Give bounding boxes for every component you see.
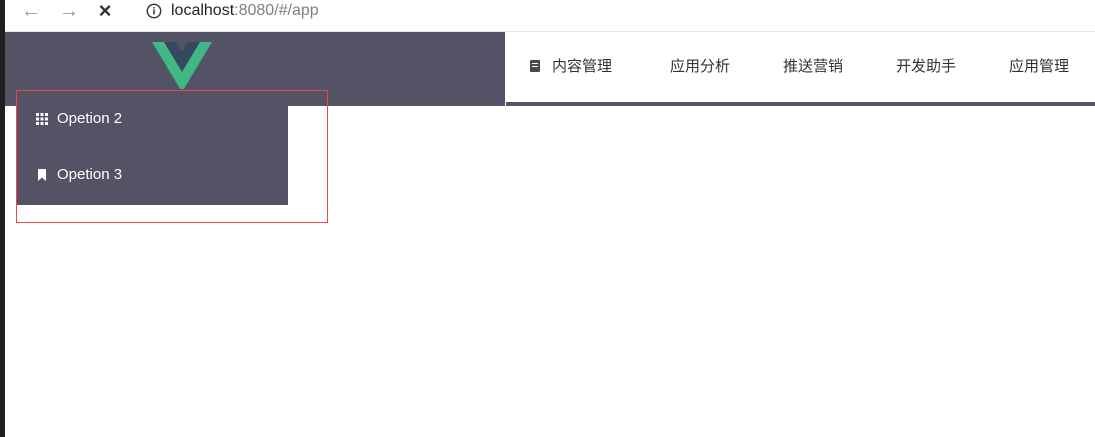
dropdown-item-label: Opetion 2 bbox=[57, 110, 123, 127]
menu-content-management[interactable]: 内容管理 bbox=[530, 32, 612, 102]
vue-logo-icon[interactable] bbox=[152, 42, 212, 92]
top-navigation-menu: 内容管理 应用分析 推送营销 开发助手 应用管理 bbox=[506, 32, 1095, 106]
menu-app-management[interactable]: 应用管理 bbox=[1009, 32, 1069, 102]
menu-item-label: 开发助手 bbox=[896, 58, 957, 75]
url-path: :8080/#/app bbox=[234, 2, 319, 19]
dropdown-menu: Opetion 2 Opetion 3 bbox=[17, 89, 288, 205]
stop-button[interactable]: × bbox=[93, 0, 117, 22]
grid-icon bbox=[36, 113, 48, 125]
app-window: ← → × localhost:8080/#/app 内容管理 应用分析 推送营… bbox=[0, 0, 1095, 437]
menu-item-label: 应用管理 bbox=[1009, 58, 1070, 75]
bookmark-icon bbox=[38, 169, 46, 181]
url-host: localhost bbox=[171, 2, 235, 19]
address-bar[interactable]: localhost:8080/#/app bbox=[171, 0, 319, 22]
menu-developer-assistant[interactable]: 开发助手 bbox=[896, 32, 956, 102]
dropdown-item-option-2[interactable]: Opetion 2 bbox=[17, 91, 288, 147]
dropdown-item-option-3[interactable]: Opetion 3 bbox=[17, 147, 288, 203]
menu-item-label: 应用分析 bbox=[670, 58, 731, 75]
back-button[interactable]: ← bbox=[19, 0, 43, 22]
browser-toolbar: ← → × localhost:8080/#/app bbox=[5, 0, 1095, 32]
menu-app-analysis[interactable]: 应用分析 bbox=[670, 32, 730, 102]
dropdown-item-label: Opetion 3 bbox=[57, 166, 123, 183]
menu-push-marketing[interactable]: 推送营销 bbox=[783, 32, 843, 102]
menu-item-label: 内容管理 bbox=[552, 58, 613, 75]
forward-button[interactable]: → bbox=[57, 0, 81, 22]
document-icon bbox=[530, 60, 540, 72]
menu-item-label: 推送营销 bbox=[783, 58, 844, 75]
info-icon[interactable] bbox=[146, 3, 162, 19]
